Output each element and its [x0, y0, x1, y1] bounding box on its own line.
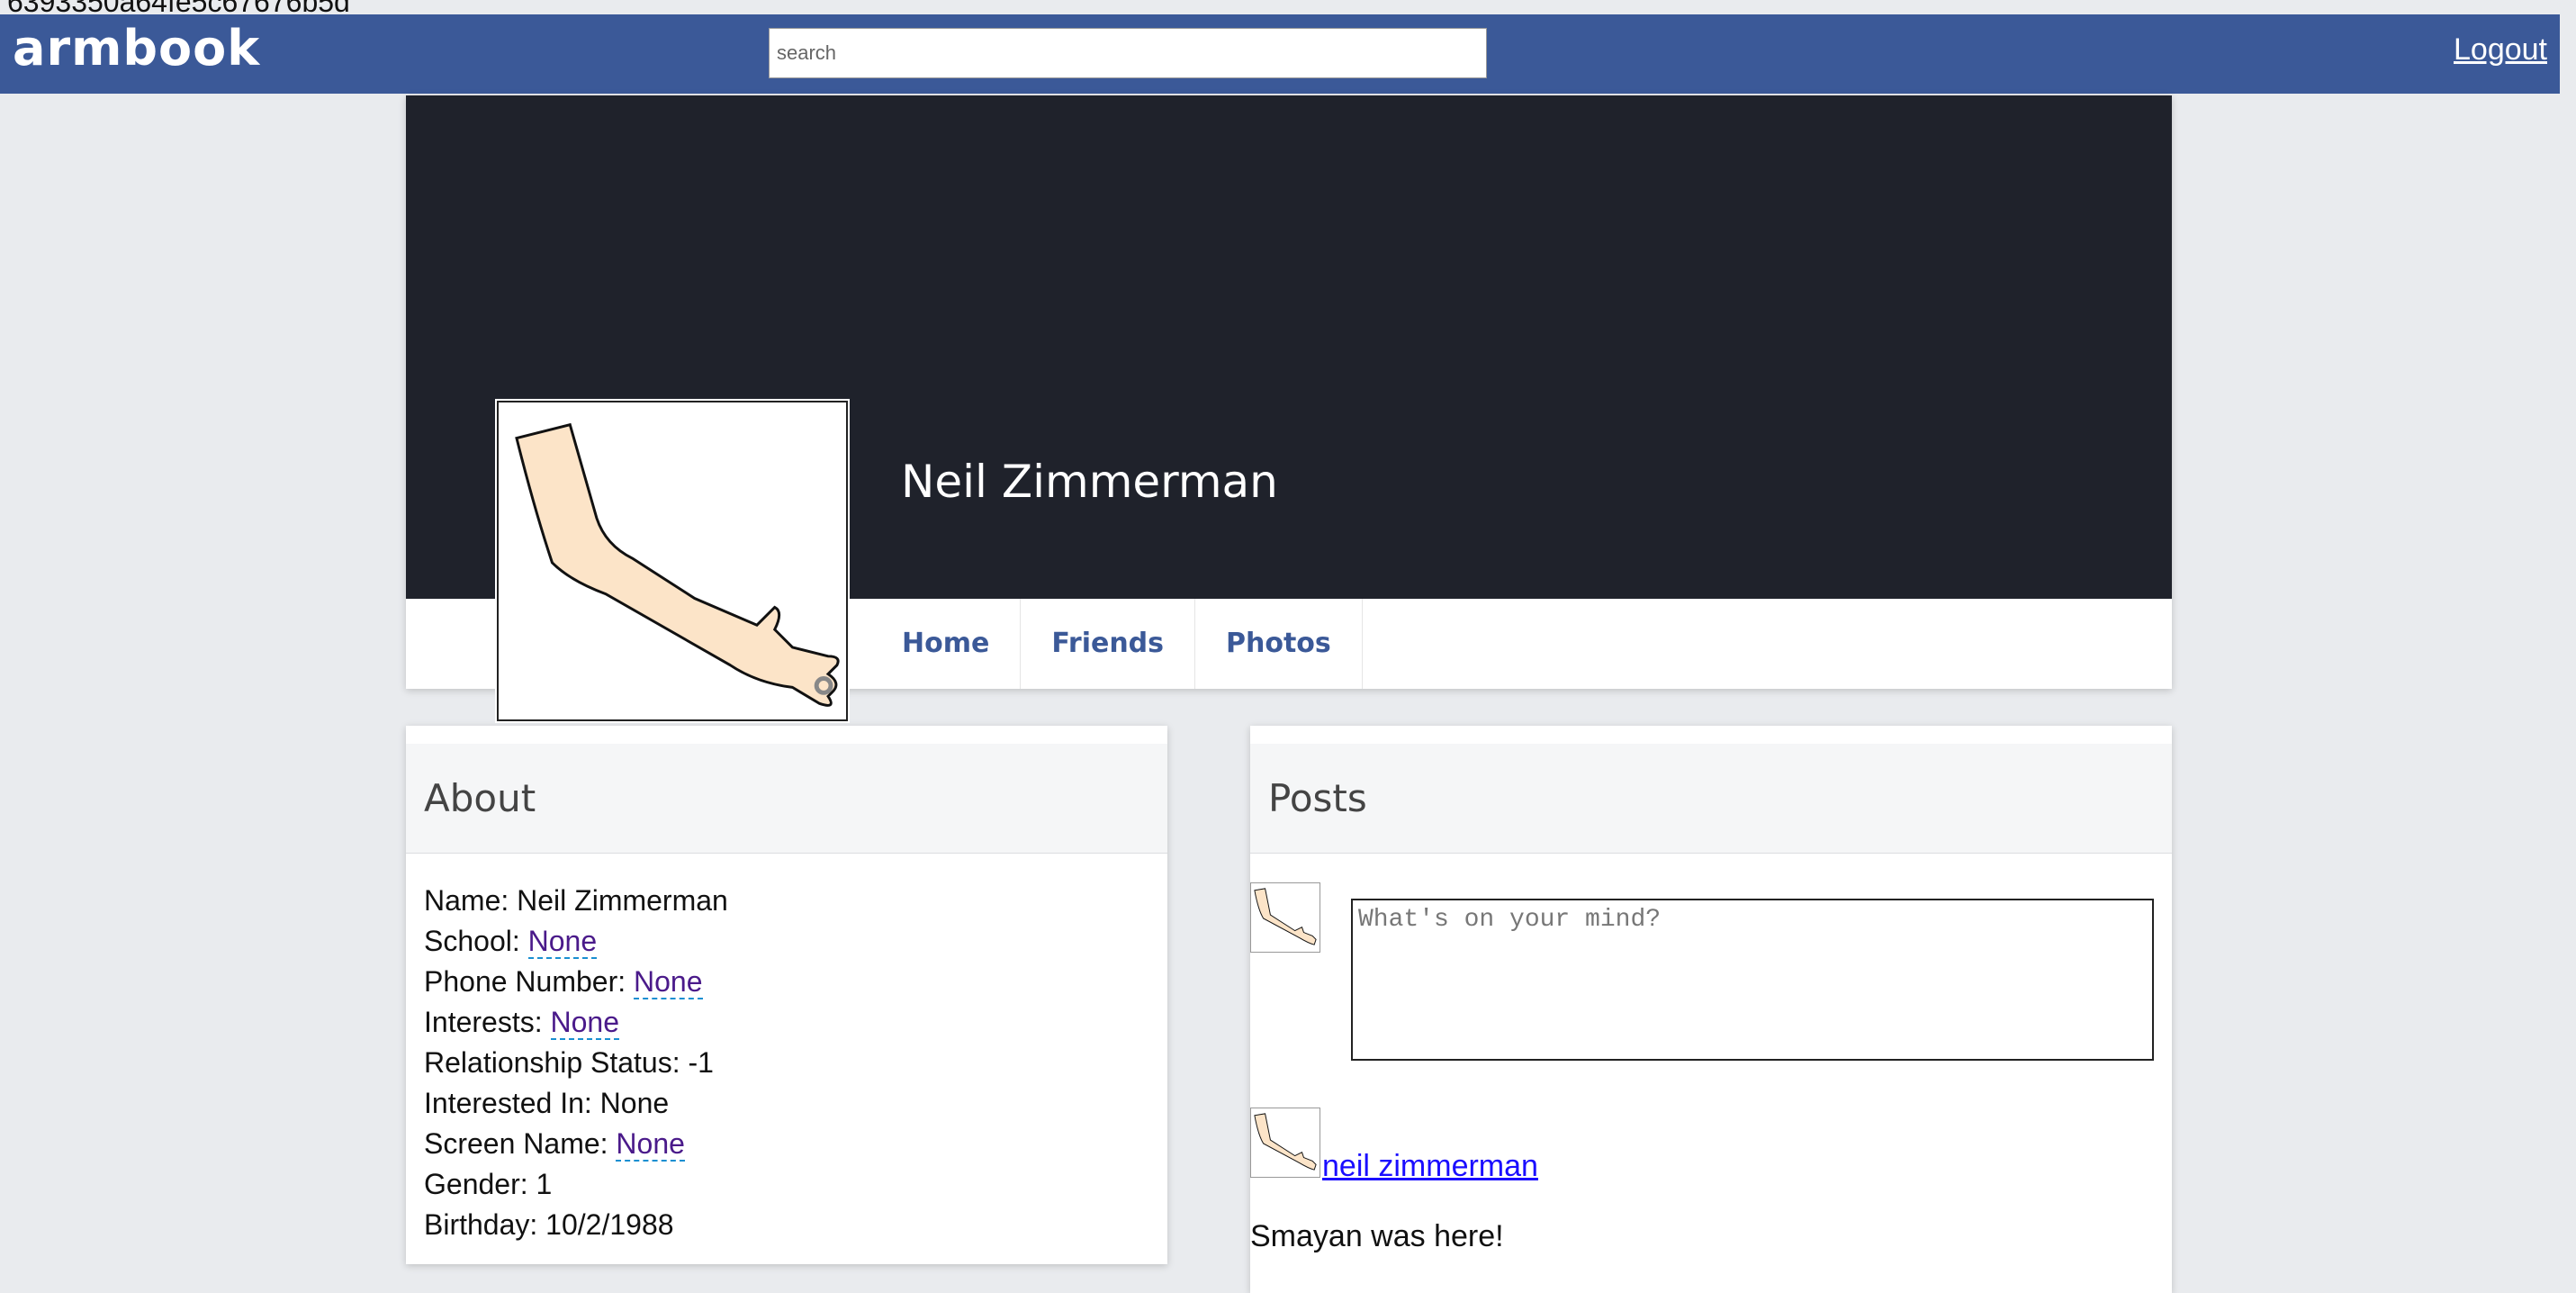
about-value: Neil Zimmerman — [517, 884, 728, 917]
about-label: Gender: — [424, 1168, 536, 1200]
profile-tabs: Home Friends Photos — [871, 599, 1363, 689]
profile-header-card: Neil Zimmerman Home Friends Photos — [406, 95, 2172, 721]
about-row-interests: Interests: None — [424, 1002, 1149, 1043]
post-author-link[interactable]: neil zimmerman — [1322, 1149, 1538, 1184]
page-id-text: 6393350a64fe5c67676b5d — [7, 0, 350, 13]
about-label: Phone Number: — [424, 965, 635, 998]
about-list: Name: Neil Zimmerman School: None Phone … — [406, 854, 1167, 1245]
school-editable[interactable]: None — [527, 925, 598, 959]
about-row-birthday: Birthday: 10/2/1988 — [424, 1205, 1149, 1245]
tab-home[interactable]: Home — [871, 599, 1022, 689]
interests-editable[interactable]: None — [550, 1006, 619, 1040]
post-author-avatar[interactable] — [1250, 1108, 1320, 1178]
page-id-strip: 6393350a64fe5c67676b5d — [0, 0, 2576, 13]
about-row-phone: Phone Number: None — [424, 962, 1149, 1002]
about-value: 1 — [536, 1168, 553, 1200]
posts-panel: Posts neil zimmerman Smayan was here! — [1250, 726, 2172, 1293]
about-label: Relationship Status: — [424, 1046, 689, 1079]
about-row-interested-in: Interested In: None — [424, 1083, 1149, 1124]
arm-icon — [1254, 888, 1317, 945]
post-text: Smayan was here! — [1250, 1219, 1504, 1253]
arm-icon — [1254, 1113, 1317, 1171]
about-value: 10/2/1988 — [545, 1208, 674, 1241]
about-label: Interests: — [424, 1006, 551, 1038]
about-value: None — [599, 1087, 670, 1119]
brand-logo[interactable]: armbook — [13, 20, 260, 77]
about-label: Birthday: — [424, 1208, 546, 1241]
phone-editable[interactable]: None — [634, 965, 703, 999]
tab-friends[interactable]: Friends — [1021, 599, 1196, 689]
about-title: About — [406, 726, 1167, 854]
about-row-gender: Gender: 1 — [424, 1164, 1149, 1205]
profile-picture[interactable] — [497, 401, 848, 721]
about-row-school: School: None — [424, 921, 1149, 962]
posts-title: Posts — [1250, 726, 2172, 854]
arm-icon — [515, 422, 840, 707]
about-row-screen-name: Screen Name: None — [424, 1124, 1149, 1164]
profile-name: Neil Zimmerman — [901, 456, 1278, 508]
search-input[interactable] — [769, 28, 1487, 78]
about-panel: About Name: Neil Zimmerman School: None … — [406, 726, 1167, 1264]
logout-link[interactable]: Logout — [2454, 32, 2547, 68]
tab-photos[interactable]: Photos — [1195, 599, 1363, 689]
about-row-relationship: Relationship Status: -1 — [424, 1043, 1149, 1083]
screen-name-editable[interactable]: None — [616, 1127, 685, 1162]
top-navbar: armbook Logout — [0, 14, 2560, 94]
about-label: Screen Name: — [424, 1127, 617, 1160]
post-composer[interactable] — [1351, 899, 2154, 1061]
about-label: Name: — [424, 884, 518, 917]
about-value: -1 — [688, 1046, 714, 1079]
about-row-name: Name: Neil Zimmerman — [424, 881, 1149, 921]
about-label: School: — [424, 925, 528, 957]
about-label: Interested In: — [424, 1087, 600, 1119]
composer-avatar — [1250, 882, 1320, 953]
